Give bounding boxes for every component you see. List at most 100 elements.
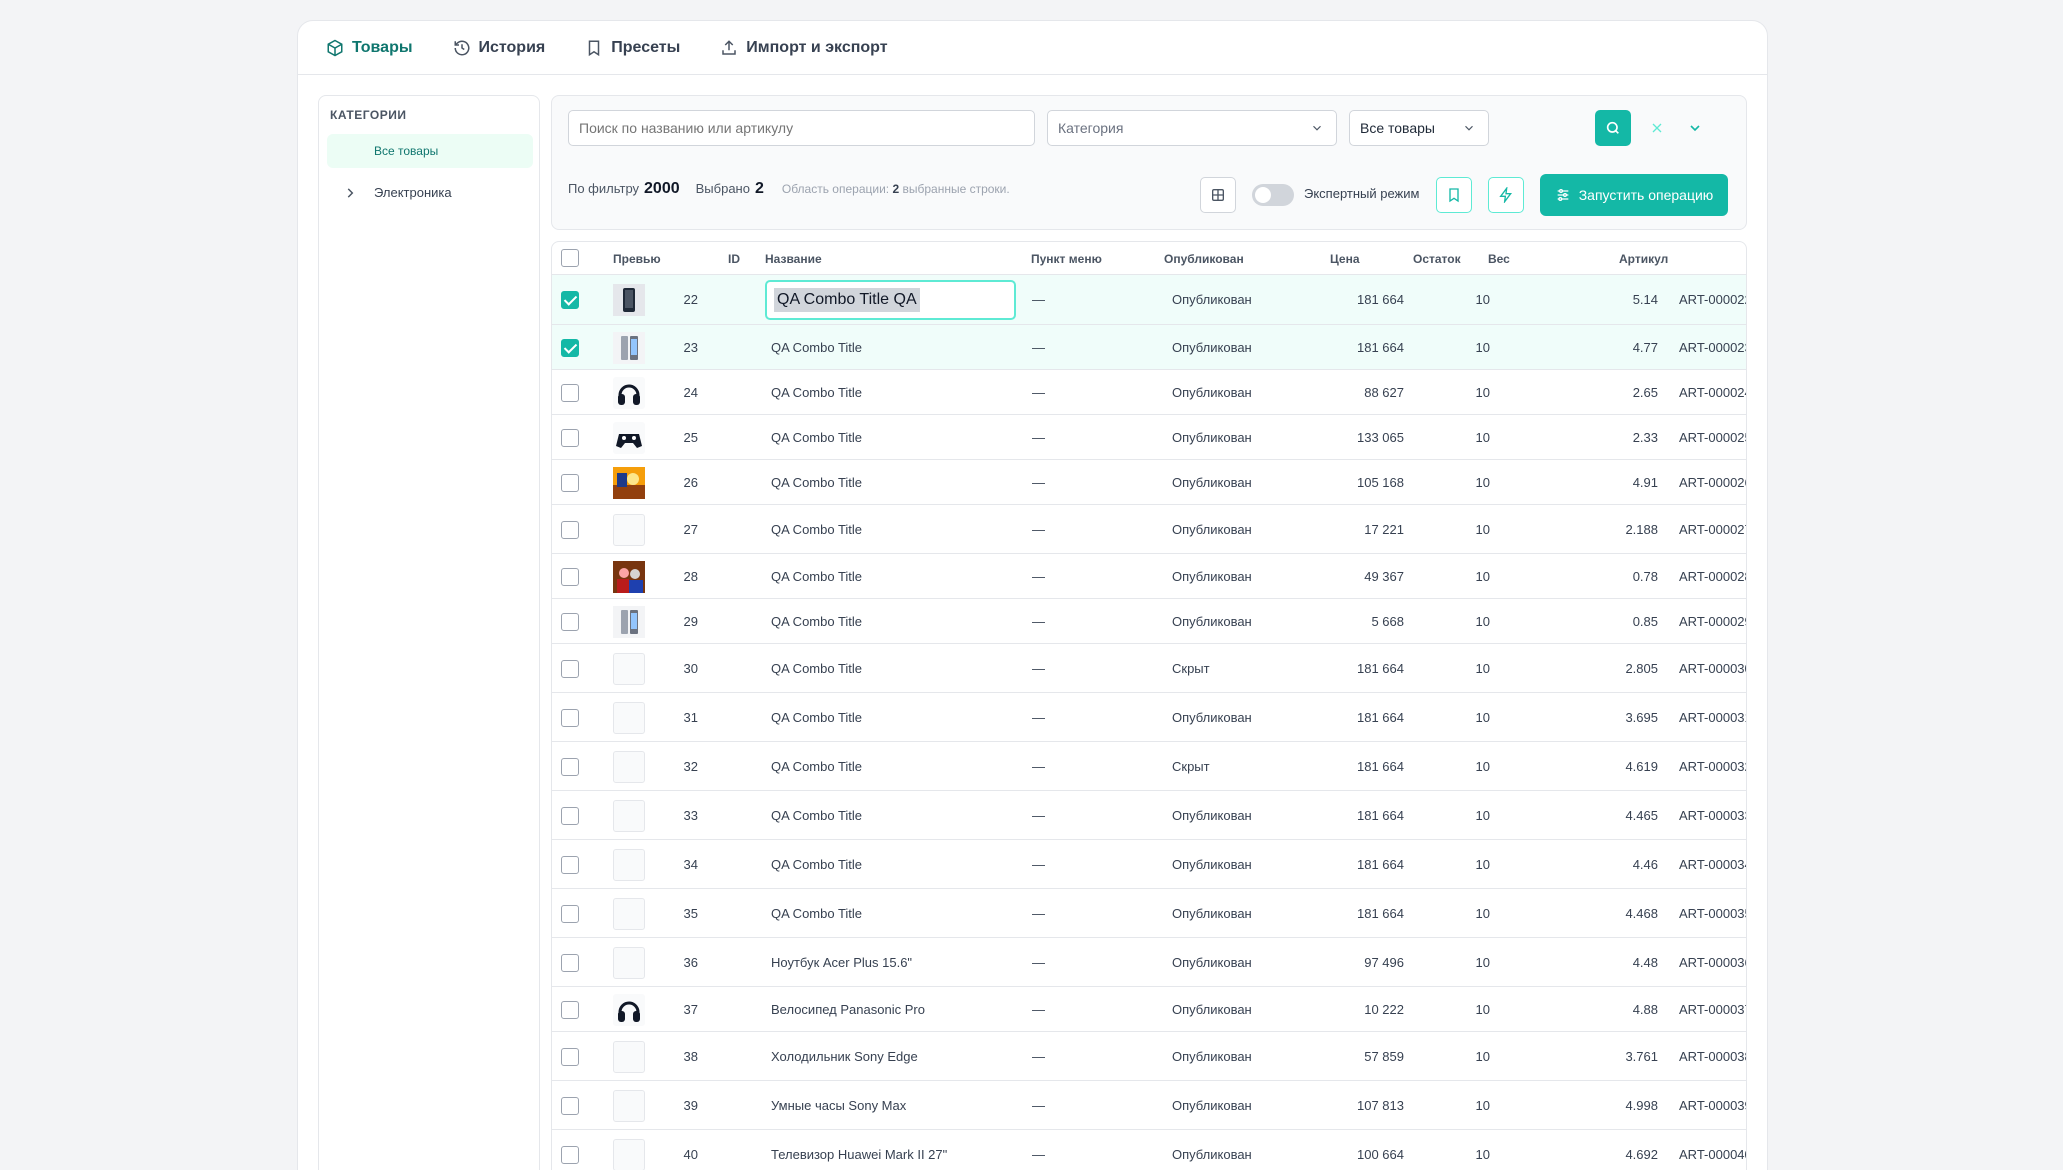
row-checkbox[interactable] [561, 660, 579, 678]
column-header-price[interactable]: Цена [1330, 252, 1360, 266]
cell-name[interactable]: QA Combo Title [771, 808, 862, 823]
row-checkbox[interactable] [561, 291, 579, 309]
table-row[interactable]: 28 — Опубликован 49 367 10 0.78 ART-000028 QA C… [552, 553, 1746, 598]
cell-name[interactable]: QA Combo Title [771, 906, 862, 921]
cell-name[interactable]: Умные часы Sony Max [771, 1098, 906, 1113]
table-row[interactable]: 22 — Опубликован 181 664 10 5.14 ART-000022 Q.… [552, 274, 1746, 324]
column-header-name[interactable]: Название [765, 252, 822, 266]
row-checkbox[interactable] [561, 613, 579, 631]
category-all-products[interactable]: Все товары [327, 134, 533, 168]
cell-name[interactable]: QA Combo Title [771, 710, 862, 725]
row-checkbox[interactable] [561, 1146, 579, 1164]
run-operation-button[interactable]: Запустить операцию [1540, 174, 1728, 216]
column-header-menu[interactable]: Пункт меню [1031, 252, 1102, 266]
cell-name[interactable]: Ноутбук Acer Plus 15.6" [771, 955, 912, 970]
search-button[interactable] [1595, 110, 1631, 146]
quick-action-button[interactable] [1488, 177, 1524, 213]
column-header-stock[interactable]: Остаток [1413, 252, 1461, 266]
cell-weight: 4.88 [1632, 1002, 1658, 1017]
column-header-weight[interactable]: Вес [1488, 252, 1510, 266]
filter-count: 2000 [644, 180, 680, 197]
cell-name[interactable]: QA Combo Title [771, 340, 862, 355]
cell-name[interactable]: Телевизор Huawei Mark II 27" [771, 1147, 947, 1162]
cell-article: ART-000025 [1679, 430, 1747, 445]
row-checkbox[interactable] [561, 758, 579, 776]
table-row[interactable]: 25 — Опубликован 133 065 10 2.33 ART-000025 QA … [552, 414, 1746, 459]
search-input[interactable] [568, 110, 1035, 146]
expert-mode-toggle[interactable] [1252, 184, 1294, 206]
row-checkbox[interactable] [561, 1097, 579, 1115]
table-row[interactable]: 35 — Опубликован 181 664 10 4.468 ART-000035 QA… [552, 888, 1746, 937]
row-checkbox[interactable] [561, 521, 579, 539]
table-row[interactable]: 30 — Скрыт 181 664 10 2.805 ART-000030 Q... QA … [552, 643, 1746, 692]
table-row[interactable]: 34 — Опубликован 181 664 10 4.46 ART-000034 Q.… [552, 839, 1746, 888]
name-edit-input[interactable]: QA Combo Title QA [765, 280, 1016, 320]
table-row[interactable]: 37 — Опубликован 10 222 10 4.88 ART-000037 Вело… [552, 986, 1746, 1031]
cell-name[interactable]: QA Combo Title [771, 430, 862, 445]
table-row[interactable]: 40 — Опубликован 100 664 10 4.692 ART-000040 Те… [552, 1129, 1746, 1170]
row-checkbox[interactable] [561, 568, 579, 586]
cell-id: 34 [683, 857, 698, 872]
cell-menu-item: — [1032, 614, 1045, 629]
row-checkbox[interactable] [561, 429, 579, 447]
tab-presets[interactable]: Пресеты [585, 21, 680, 75]
cell-name[interactable]: QA Combo Title [771, 661, 862, 676]
column-header-article[interactable]: Артикул [1619, 252, 1668, 266]
cell-name[interactable]: QA Combo Title [771, 857, 862, 872]
scope-select[interactable]: Все товары [1349, 110, 1489, 146]
table-row[interactable]: 32 — Скрыт 181 664 10 4.619 ART-000032 QA QA Co… [552, 741, 1746, 790]
row-checkbox[interactable] [561, 905, 579, 923]
row-checkbox[interactable] [561, 1001, 579, 1019]
row-checkbox[interactable] [561, 954, 579, 972]
cell-weight: 2.805 [1625, 661, 1658, 676]
cell-name[interactable]: Велосипед Panasonic Pro [771, 1002, 925, 1017]
table-row[interactable]: 27 — Опубликован 17 221 10 2.188 ART-000027 QA … [552, 504, 1746, 553]
cell-price: 181 664 [1357, 661, 1404, 676]
cell-name[interactable]: QA Combo Title [771, 385, 862, 400]
cell-name[interactable]: QA Combo Title [771, 614, 862, 629]
chevron-right-icon[interactable] [343, 186, 357, 200]
row-checkbox[interactable] [561, 474, 579, 492]
table-row[interactable]: 39 — Опубликован 107 813 10 4.998 ART-000039 Ум… [552, 1080, 1746, 1129]
row-checkbox[interactable] [561, 1048, 579, 1066]
cell-stock: 10 [1475, 340, 1490, 355]
save-preset-button[interactable] [1436, 177, 1472, 213]
cell-name[interactable]: Холодильник Sony Edge [771, 1049, 918, 1064]
product-thumbnail [613, 947, 645, 979]
tab-import-export[interactable]: Импорт и экспорт [720, 21, 888, 75]
row-checkbox[interactable] [561, 709, 579, 727]
category-select[interactable]: Категория [1047, 110, 1337, 146]
cell-name[interactable]: QA Combo Title [771, 475, 862, 490]
cell-weight: 4.465 [1625, 808, 1658, 823]
cell-article: ART-000035 [1679, 906, 1747, 921]
product-thumbnail [613, 514, 645, 546]
table-row[interactable]: 38 — Опубликован 57 859 10 3.761 ART-000038 Хол… [552, 1031, 1746, 1080]
table-row[interactable]: 24 — Опубликован 88 627 10 2.65 ART-000024 QA C… [552, 369, 1746, 414]
cell-name[interactable]: QA Combo Title [771, 569, 862, 584]
cell-stock: 10 [1475, 475, 1490, 490]
cell-name[interactable]: QA Combo Title [771, 522, 862, 537]
row-checkbox[interactable] [561, 807, 579, 825]
clear-filters-button[interactable] [1645, 116, 1669, 140]
cell-name[interactable]: QA Combo Title [771, 759, 862, 774]
table-row[interactable]: 23 — Опубликован 181 664 10 4.77 ART-000023 QA … [552, 324, 1746, 369]
table-row[interactable]: 29 — Опубликован 5 668 10 0.85 ART-000029 QA Co… [552, 598, 1746, 643]
product-thumbnail [613, 800, 645, 832]
columns-button[interactable] [1200, 177, 1236, 213]
select-all-checkbox[interactable] [561, 249, 579, 267]
expand-filters-button[interactable] [1683, 116, 1707, 140]
column-header-preview[interactable]: Превью [613, 252, 661, 266]
table-row[interactable]: 26 — Опубликован 105 168 10 4.91 ART-000026 QA … [552, 459, 1746, 504]
column-header-published[interactable]: Опубликован [1164, 252, 1244, 266]
category-item-electronics[interactable]: Электроника [327, 176, 533, 210]
tab-history[interactable]: История [453, 21, 545, 75]
cell-published: Опубликован [1172, 808, 1252, 823]
row-checkbox[interactable] [561, 856, 579, 874]
table-row[interactable]: 31 — Опубликован 181 664 10 3.695 ART-000031 QA… [552, 692, 1746, 741]
column-header-id[interactable]: ID [728, 252, 740, 266]
row-checkbox[interactable] [561, 339, 579, 357]
table-row[interactable]: 33 — Опубликован 181 664 10 4.465 ART-000033 QA… [552, 790, 1746, 839]
tab-products[interactable]: Товары [326, 21, 413, 75]
table-row[interactable]: 36 — Опубликован 97 496 10 4.48 ART-000036 Ноут… [552, 937, 1746, 986]
row-checkbox[interactable] [561, 384, 579, 402]
